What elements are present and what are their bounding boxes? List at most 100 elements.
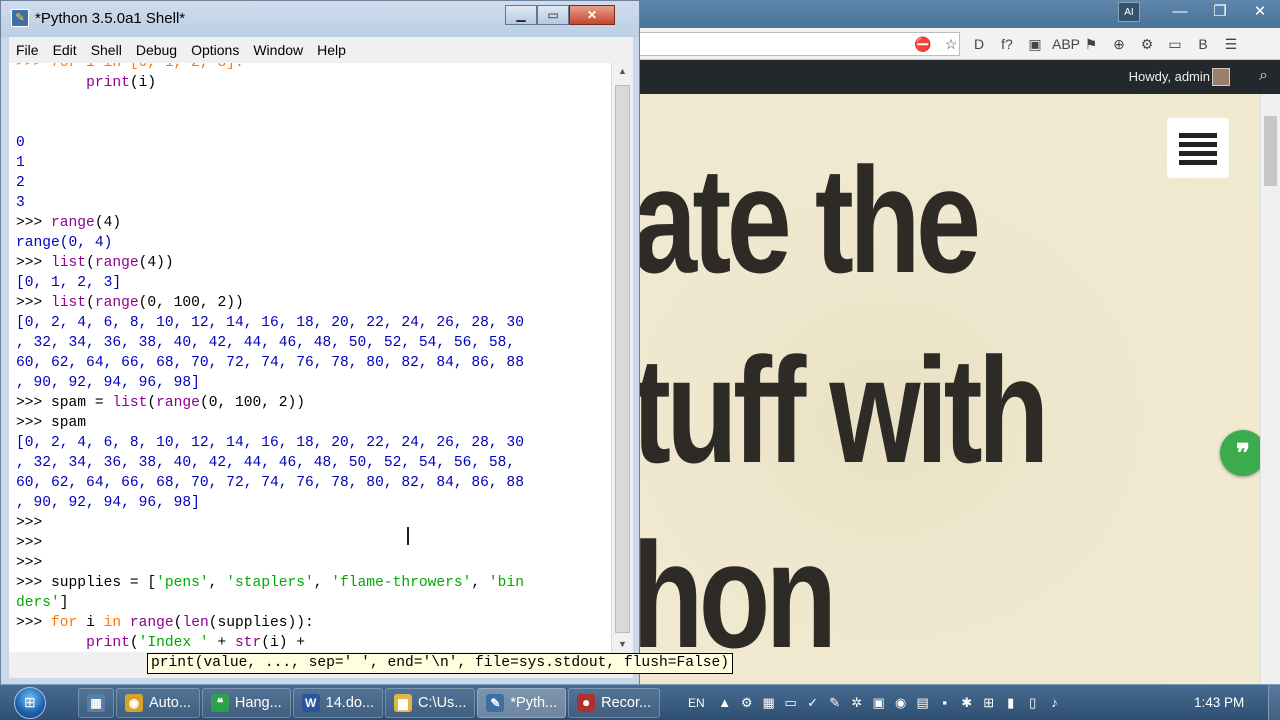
scrollbar-thumb[interactable] [1264, 116, 1277, 186]
extension-icon[interactable]: B [1192, 33, 1214, 55]
shell-line: print('Index ' + str(i) + [86, 635, 314, 651]
scrollbar-thumb[interactable] [615, 85, 630, 633]
taskbar-item-label: Recor... [601, 695, 652, 711]
minimize-icon[interactable]: — [1160, 0, 1200, 24]
screen-icon[interactable]: ▤ [915, 695, 931, 711]
display-icon[interactable]: ▣ [871, 695, 887, 711]
python-icon: ✎ [486, 694, 505, 712]
taskbar-item-explorer[interactable]: ▦ [78, 688, 114, 718]
windows-icon[interactable]: ⊞ [981, 695, 997, 711]
taskbar: ⊞ ▦ ◉ Auto... ❝ Hang... W 14.do... ▆ C:\Us... ✎ *P… [0, 684, 1280, 720]
extension-icon[interactable]: ABP [1052, 33, 1080, 55]
explorer-icon: ▦ [87, 694, 105, 712]
check-icon[interactable]: ✓ [805, 695, 821, 711]
extension-icon[interactable]: ⊕ [1108, 33, 1130, 55]
python-icon: ✎ [11, 9, 29, 27]
taskbar-item-python[interactable]: ✎ *Pyth... [477, 688, 567, 718]
shell-line: print(i) [86, 75, 157, 91]
extension-icon[interactable]: D [968, 33, 990, 55]
shell-line: , 32, 34, 36, 38, 40, 42, 44, 46, 48, 50… [16, 335, 516, 351]
taskbar-item-hangouts[interactable]: ❝ Hang... [201, 688, 291, 718]
taskbar-item-label: Auto... [149, 695, 191, 711]
shell-scrollbar[interactable]: ▲ ▼ [611, 63, 633, 652]
shell-line: >>> range(4) [16, 215, 122, 231]
browser-window-controls: — ❐ ✕ [1160, 0, 1280, 24]
extension-icon[interactable]: ⛔ [912, 33, 934, 55]
taskbar-item-folder[interactable]: ▆ C:\Us... [385, 688, 476, 718]
extension-icon[interactable]: ☰ [1220, 33, 1242, 55]
text-cursor-icon [407, 527, 409, 545]
pen-icon[interactable]: ✎ [827, 695, 843, 711]
avatar[interactable] [1212, 68, 1230, 86]
shell-line: 3 [16, 195, 25, 211]
shell-line: 0 [16, 135, 25, 151]
alert-icon[interactable]: ▲ [717, 695, 733, 711]
chrome-icon[interactable]: ◉ [893, 695, 909, 711]
quote-button[interactable]: ❞ [1220, 430, 1260, 476]
shell-line: >>> spam = list(range(0, 100, 2)) [16, 395, 306, 411]
restore-icon[interactable]: ❐ [1200, 0, 1240, 24]
close-icon[interactable]: ✕ [1240, 0, 1280, 24]
save-icon[interactable]: ▪ [937, 695, 953, 711]
shell-line: >>> list(range(0, 100, 2)) [16, 295, 244, 311]
shell-line: 1 [16, 155, 25, 171]
shell-line: >>> for i in [0, 1, 2, 3]: [16, 63, 244, 71]
taskbar-item-chrome[interactable]: ◉ Auto... [116, 688, 200, 718]
shell-line: [0, 1, 2, 3] [16, 275, 122, 291]
search-icon[interactable]: ⌕ [1259, 67, 1268, 85]
shell-line: >>> [16, 555, 43, 571]
shell-line: >>> spam [16, 415, 87, 431]
menu-options[interactable]: Options [184, 42, 246, 58]
start-button[interactable]: ⊞ [6, 685, 58, 720]
menu-window[interactable]: Window [246, 42, 310, 58]
window-title: *Python 3.5.0a1 Shell* [35, 10, 186, 27]
shell-line: [0, 2, 4, 6, 8, 10, 12, 14, 16, 18, 20, … [16, 435, 524, 451]
taskbar-item-recorder[interactable]: ⏺ Recor... [568, 688, 661, 718]
ai-badge[interactable]: AI [1118, 2, 1140, 22]
shell-text-area[interactable]: >>> for i in [0, 1, 2, 3]: print(i) 0 1 2 3 >… [9, 63, 611, 652]
language-indicator[interactable]: EN [688, 696, 705, 710]
menu-help[interactable]: Help [310, 42, 353, 58]
minimize-button[interactable]: ▁ [505, 5, 537, 25]
extension-icon[interactable]: f? [996, 33, 1018, 55]
show-desktop-button[interactable] [1268, 685, 1280, 720]
browser-scrollbar[interactable] [1260, 94, 1280, 684]
taskbar-item-label: Hang... [234, 695, 282, 711]
menu-file[interactable]: File [9, 42, 46, 58]
close-button[interactable]: ✕ [569, 5, 615, 25]
extension-icon[interactable]: ⚑ [1080, 33, 1102, 55]
gear-icon[interactable]: ✲ [849, 695, 865, 711]
shell-line: 2 [16, 175, 25, 191]
howdy-label[interactable]: Howdy, admin [1129, 69, 1210, 84]
volume-icon[interactable]: ♪ [1047, 695, 1063, 711]
grid-icon[interactable]: ▦ [761, 695, 777, 711]
system-tray: EN ▲ ⚙ ▦ ▭ ✓ ✎ ✲ ▣ ◉ ▤ ▪ ✱ ⊞ ▮ ▯ ♪ [688, 685, 1063, 720]
scroll-down-arrow-icon[interactable]: ▼ [612, 636, 633, 652]
menu-edit[interactable]: Edit [46, 42, 84, 58]
extension-icon[interactable]: ▭ [1164, 33, 1186, 55]
maximize-button[interactable]: ▭ [537, 5, 569, 25]
idle-titlebar[interactable]: ✎ *Python 3.5.0a1 Shell* ▁ ▭ ✕ [1, 1, 639, 37]
signal-icon[interactable]: ▮ [1003, 695, 1019, 711]
menu-shell[interactable]: Shell [84, 42, 129, 58]
taskbar-item-label: C:\Us... [418, 695, 467, 711]
shell-line: range(0, 4) [16, 235, 113, 251]
bluetooth-icon[interactable]: ✱ [959, 695, 975, 711]
menu-debug[interactable]: Debug [129, 42, 184, 58]
extension-icon[interactable]: ⚙ [1136, 33, 1158, 55]
scroll-up-arrow-icon[interactable]: ▲ [612, 63, 633, 79]
extension-icon[interactable]: ☆ [940, 33, 962, 55]
shell-line: , 90, 92, 94, 96, 98] [16, 495, 200, 511]
chrome-icon: ◉ [125, 694, 143, 712]
taskbar-items: ▦ ◉ Auto... ❝ Hang... W 14.do... ▆ C:\Us... ✎ *Pyt… [78, 688, 661, 718]
hero-section: ate the tuff with hon ❞ [640, 94, 1260, 684]
extension-icon[interactable]: ▣ [1024, 33, 1046, 55]
monitor-icon[interactable]: ▭ [783, 695, 799, 711]
battery-icon[interactable]: ▯ [1025, 695, 1041, 711]
recorder-icon: ⏺ [577, 694, 596, 712]
shell-line: >>> for i in range(len(supplies)): [16, 615, 314, 631]
hamburger-menu-icon[interactable] [1167, 118, 1229, 178]
clock[interactable]: 1:43 PM [1194, 695, 1244, 710]
taskbar-item-word[interactable]: W 14.do... [292, 688, 384, 718]
steam-icon[interactable]: ⚙ [739, 695, 755, 711]
